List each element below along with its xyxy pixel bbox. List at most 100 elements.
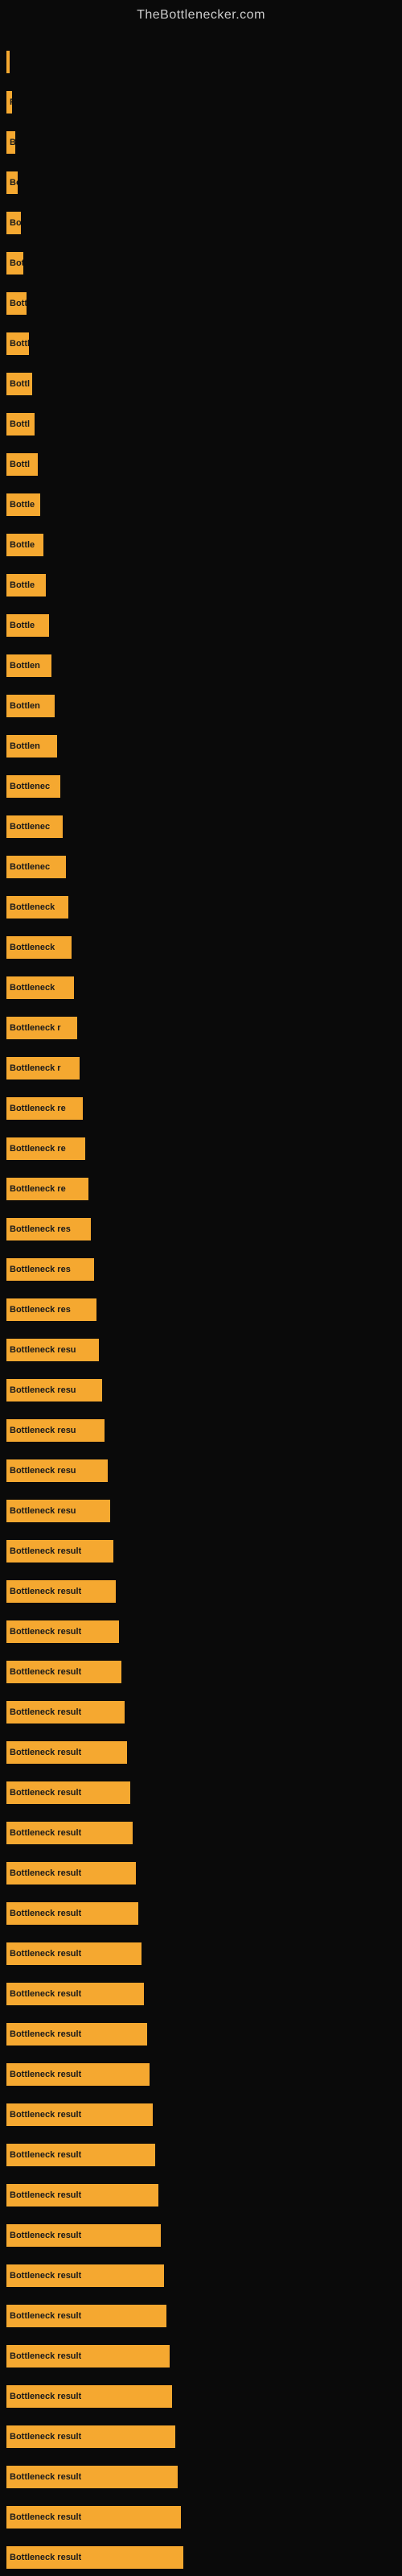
bar-fill: Bottlenec (6, 775, 60, 798)
bar-row: Bo (0, 131, 402, 154)
bar-label: Bottleneck result (10, 1707, 81, 1717)
bar-label: Bottlen (10, 661, 40, 671)
bar-row: Bottleneck result (0, 2385, 402, 2408)
bar-fill: Bottlenec (6, 815, 63, 838)
bar-label: Bottleneck result (10, 2070, 81, 2079)
bar-fill: Bottleneck resu (6, 1419, 105, 1442)
bar-fill: Bottleneck resu (6, 1500, 110, 1522)
bar-fill: Bottlen (6, 695, 55, 717)
bar-label: Bottleneck res (10, 1224, 71, 1234)
bar-label: Bottl (10, 299, 27, 308)
bar-row: Bottleneck result (0, 1781, 402, 1804)
bar-fill: Bottleneck result (6, 1620, 119, 1643)
bar-label: Bottleneck res (10, 1265, 71, 1274)
bar-label: Bottleneck result (10, 1909, 81, 1918)
bar-row: Bottl (0, 292, 402, 315)
bar-label: Bottleneck result (10, 1627, 81, 1637)
bar-fill: Bottleneck resu (6, 1339, 99, 1361)
bar-row: Bot (0, 212, 402, 234)
bar-fill: Bottleneck res (6, 1258, 94, 1281)
bar-label: Bottle (10, 621, 35, 630)
bar-row: Bottle (0, 534, 402, 556)
bar-row: Bottleneck result (0, 1983, 402, 2005)
bar-fill: Bottleneck result (6, 2224, 161, 2247)
bar-label: Bottleneck (10, 902, 55, 912)
bar-fill: Bottlen (6, 735, 57, 758)
bar-fill: Bottleneck result (6, 1862, 136, 1885)
bar-label: Bottle (10, 580, 35, 590)
bar-label: Bottl (10, 379, 30, 389)
bar-label: Bottleneck resu (10, 1385, 76, 1395)
bar-label: Bottlen (10, 701, 40, 711)
bar-fill: Bottleneck result (6, 2144, 155, 2166)
bar-fill: Bottle (6, 534, 43, 556)
bar-row: Bottleneck resu (0, 1500, 402, 1522)
bar-fill: Bottl (6, 413, 35, 436)
bar-label: Bo (10, 138, 15, 147)
bar-row: Bottlenec (0, 815, 402, 838)
bar-fill: Bottleneck re (6, 1097, 83, 1120)
bar-fill: Bottleneck r (6, 1057, 80, 1080)
bar-label: Bottleneck result (10, 1828, 81, 1838)
bar-label: Bottleneck re (10, 1184, 66, 1194)
bar-label: Bottle (10, 540, 35, 550)
bar-label: Bottleneck result (10, 1748, 81, 1757)
bar-label: Bottleneck result (10, 2472, 81, 2482)
bar-label: Bottleneck result (10, 2029, 81, 2039)
bar-row: Bottlenec (0, 856, 402, 878)
bar-fill: F (6, 91, 12, 114)
bar-label: Bottl (10, 460, 30, 469)
bar-row: Bottleneck r (0, 1057, 402, 1080)
bar-label: Bottleneck result (10, 2190, 81, 2200)
bar-row: Bottleneck result (0, 2184, 402, 2207)
bar-fill: Bottleneck result (6, 1942, 142, 1965)
bar-row: Bottle (0, 493, 402, 516)
bar-row: Bottleneck res (0, 1298, 402, 1321)
bar-fill: Bottleneck result (6, 2385, 172, 2408)
bar-label: Bottlenec (10, 782, 50, 791)
bar-row: Bottleneck result (0, 2103, 402, 2126)
bar-label: Bott (10, 258, 23, 268)
bar-label: Bottleneck result (10, 1587, 81, 1596)
bar-row: Bottleneck resu (0, 1379, 402, 1402)
bar-fill: Bottleneck result (6, 2103, 153, 2126)
bar-label: Bottle (10, 500, 35, 510)
bar-row: Bottleneck result (0, 1741, 402, 1764)
bar-label: Bottleneck result (10, 2231, 81, 2240)
bar-label: Bottleneck (10, 983, 55, 993)
bar-fill: Bottleneck result (6, 2264, 164, 2287)
bar-fill: Bot (6, 171, 18, 194)
bar-fill: Bottleneck result (6, 1741, 127, 1764)
site-title: TheBottlenecker.com (0, 0, 402, 27)
bar-row: Bottl (0, 373, 402, 395)
bar-row: Bottl (0, 413, 402, 436)
bar-row: Bottleneck res (0, 1258, 402, 1281)
bar-fill: Bott (6, 252, 23, 275)
bar-row: Bottleneck result (0, 2224, 402, 2247)
bar-fill: Bottleneck result (6, 1580, 116, 1603)
bar-label: Bottleneck re (10, 1144, 66, 1154)
bar-fill: Bottleneck result (6, 1540, 113, 1563)
bar-fill: Bottleneck result (6, 2425, 175, 2448)
bar-label: Bottleneck (10, 943, 55, 952)
bar-row: Bottleneck resu (0, 1419, 402, 1442)
bar-row: Bottle (0, 574, 402, 597)
bar-fill: Bottleneck result (6, 1781, 130, 1804)
bar-row: Bottleneck (0, 976, 402, 999)
bar-row: Bottleneck result (0, 2063, 402, 2086)
bar-label: Bottleneck result (10, 1546, 81, 1556)
bar-label: Bottleneck result (10, 2271, 81, 2281)
bar-label: Bottleneck result (10, 1949, 81, 1959)
bar-fill: Bottleneck result (6, 1983, 144, 2005)
bar-row: Bott (0, 252, 402, 275)
bar-row: Bottlenec (0, 775, 402, 798)
bar-row: Bottleneck result (0, 1822, 402, 1844)
bar-row: Bottleneck re (0, 1137, 402, 1160)
bar-row: Bottleneck res (0, 1218, 402, 1241)
bar-label: Bottleneck r (10, 1063, 61, 1073)
bar-row: Bottleneck result (0, 2023, 402, 2046)
bar-label: Bottlenec (10, 862, 50, 872)
bar-row: Bottleneck re (0, 1097, 402, 1120)
bar-label: Bottleneck result (10, 1788, 81, 1798)
bar-label: Bottleneck resu (10, 1466, 76, 1476)
